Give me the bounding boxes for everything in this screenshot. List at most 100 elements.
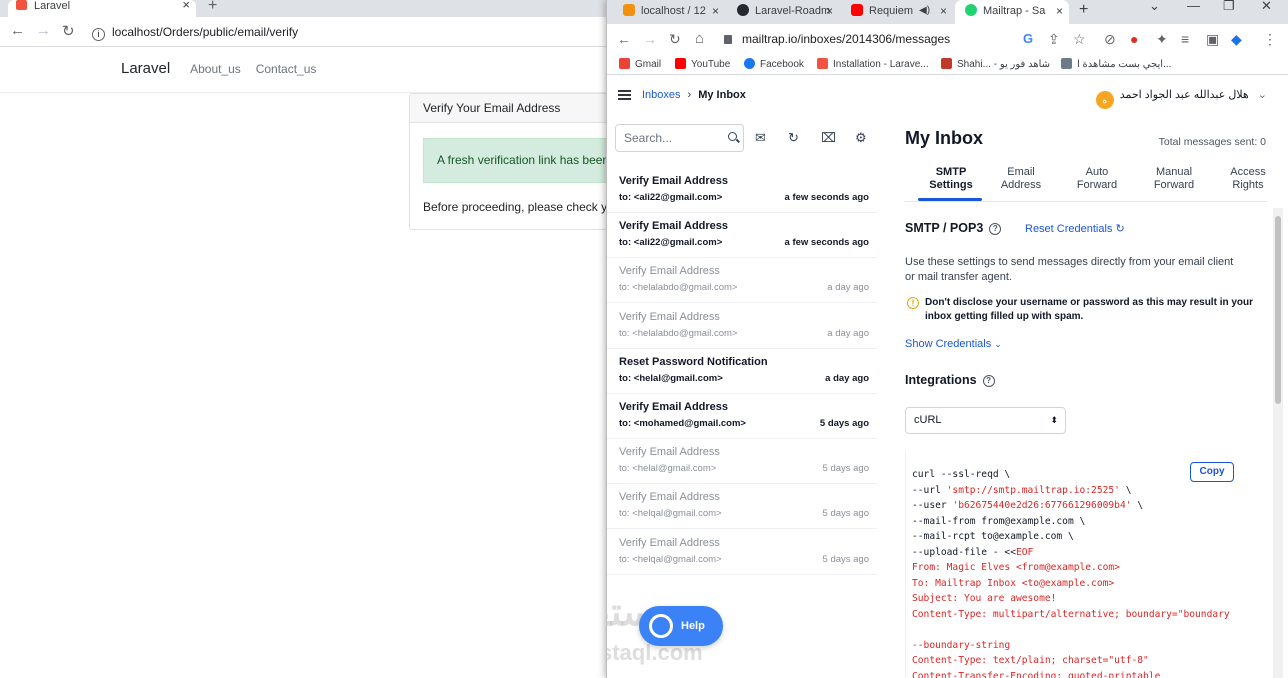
message-row[interactable]: Verify Email Address to: <ali22@gmail.com… [607,168,877,213]
side-panel-icon[interactable]: ▣ [1206,30,1219,48]
tab-github[interactable]: Laravel-Roadm × [729,0,839,24]
warning-text: Don't disclose your username or password… [925,297,1254,322]
tab-line2: Forward [1153,179,1195,191]
profile-avatar-icon[interactable]: ◆ [1231,30,1242,48]
close-tab-icon[interactable]: × [826,0,833,22]
tab-email-address[interactable]: Email Address [991,166,1051,192]
user-avatar: ه [1095,91,1114,109]
chrome-menu-icon[interactable]: ⋮ [1263,30,1277,48]
tab-access-rights[interactable]: Access Rights [1219,166,1277,192]
tab-youtube[interactable]: Requiem ◀) × [843,0,953,24]
new-tab-button[interactable]: + [1079,1,1088,19]
success-alert: A fresh verification link has been [423,138,623,183]
message-time: 5 days ago [822,463,869,475]
message-recipient: to: <ali22@gmail.com> [619,192,723,203]
close-tab-icon[interactable]: × [1056,0,1063,22]
audio-playing-icon[interactable]: ◀) [919,0,930,22]
message-row[interactable]: Verify Email Address to: <helal@gmail.com… [607,439,877,485]
message-row[interactable]: Verify Email Address to: <helqal@gmail.co… [607,484,877,530]
github-favicon-icon [737,4,749,16]
message-time: a day ago [825,372,869,384]
menu-hamburger-icon[interactable] [618,90,631,100]
address-bar[interactable]: mailtrap.io/inboxes/2014306/messages [724,30,950,48]
tab-auto-forward[interactable]: Auto Forward [1067,166,1127,192]
back-arrow-icon[interactable]: ← [10,22,25,39]
bookmark-facebook[interactable]: Facebook [744,58,804,70]
restore-button[interactable]: ❐ [1223,0,1235,14]
tab-search-chevron-icon[interactable]: ⌄ [1149,0,1160,14]
forward-arrow-icon[interactable]: → [36,22,51,39]
adblock-icon[interactable]: ⊘ [1104,30,1116,48]
message-row[interactable]: Verify Email Address to: <mohamed@gmail.c… [607,394,877,439]
message-recipient: to: <ali22@gmail.com> [619,237,723,249]
nav-link-contact[interactable]: Contact_us [256,62,317,76]
tab-phpmyadmin[interactable]: localhost / 12 × [615,0,725,24]
navbar-brand[interactable]: Laravel [121,60,170,77]
close-tab-icon[interactable]: × [182,0,190,11]
bookmark-laravel-install[interactable]: Installation - Larave... [817,58,929,70]
bookmark-label: Gmail [635,59,662,70]
message-row[interactable]: Verify Email Address to: <ali22@gmail.com… [607,213,877,259]
bookmark-egybest[interactable]: ايجي بست مشاهدة ا... [1061,58,1171,70]
help-question-icon[interactable]: ? [982,375,995,387]
extension-badge-icon[interactable]: ● [1130,30,1138,48]
message-row[interactable]: Verify Email Address to: <helalabdo@gmail… [607,304,877,349]
message-row[interactable]: Verify Email Address to: <helqal@gmail.co… [607,530,877,575]
message-subject: Verify Email Address [619,220,729,233]
minimize-button[interactable]: — [1187,0,1200,13]
message-row[interactable]: Verify Email Address to: <helalabdo@gmail… [607,258,877,304]
user-menu[interactable]: ه هلال عبدالله عبد الجواد احمد ⌄ [1095,88,1267,109]
bookmark-gmail[interactable]: Gmail [619,58,661,70]
close-tab-icon[interactable]: × [712,0,719,22]
tab-laravel[interactable]: Laravel × [8,0,196,17]
message-row[interactable]: Reset Password Notification to: <helal@gm… [607,349,877,394]
new-tab-button[interactable]: + [208,0,217,15]
back-arrow-icon[interactable]: ← [617,30,631,48]
help-question-icon[interactable]: ? [989,223,1002,235]
tab-line1: Access [1230,166,1266,178]
code-string: EOF [1015,546,1034,558]
message-subject: Verify Email Address [619,536,720,549]
url-text: mailtrap.io/inboxes/2014306/messages [742,32,951,46]
forward-arrow-icon[interactable]: → [643,30,657,48]
tab-smtp-settings[interactable]: SMTP Settings [921,166,981,192]
search-input[interactable]: Search... [615,124,744,152]
lock-icon[interactable] [724,35,732,44]
bookmark-star-icon[interactable]: ☆ [1073,30,1086,48]
site-info-icon[interactable]: i [92,28,105,41]
message-subject: Reset Password Notification [619,355,768,368]
help-button[interactable]: Help [639,606,723,646]
media-playlist-icon[interactable]: ≡ [1181,30,1189,48]
address-bar[interactable]: i localhost/Orders/public/email/verify [92,22,612,42]
scrollbar-thumb[interactable] [1275,216,1281,404]
close-tab-icon[interactable]: × [940,0,947,22]
inbox-settings-icon[interactable]: ⚙ [855,130,867,146]
code-snippet: curl --ssl-reqd \ --url 'smtp://smtp.mail… [905,451,1245,678]
home-icon[interactable]: ⌂ [695,30,704,48]
clear-inbox-icon[interactable]: ⌧ [821,130,836,146]
integration-select[interactable]: cURL ⬍ [905,407,1066,434]
breadcrumb-inboxes-link[interactable]: Inboxes [642,89,681,101]
show-credentials-toggle[interactable]: Show Credentials ⌄ [905,338,1002,350]
reset-credentials-link[interactable]: Reset Credentials ↻ [1025,222,1125,235]
youtube-favicon-icon [851,4,863,16]
reload-icon[interactable]: ↻ [669,30,681,48]
share-icon[interactable]: ⇪ [1048,30,1060,48]
refresh-icon[interactable]: ↻ [788,130,799,146]
message-subject: Verify Email Address [619,491,720,504]
tab-mailtrap[interactable]: Mailtrap - Sa × [955,0,1069,24]
code-line: Content-Type: text/plain; charset="utf-8… [912,655,1149,666]
tab-line1: Email [1007,166,1035,178]
mark-all-read-icon[interactable]: ✉ [755,130,766,146]
help-label: Help [681,620,705,632]
google-lens-icon[interactable]: G [1023,30,1033,48]
close-window-button[interactable]: ✕ [1261,0,1272,14]
nav-link-about[interactable]: About_us [190,62,241,76]
extensions-puzzle-icon[interactable]: ✦ [1156,30,1168,48]
copy-button[interactable]: Copy [1190,462,1234,482]
bookmarks-bar: Gmail YouTube Facebook Installation - La… [607,55,1288,75]
bookmark-shahid[interactable]: Shahi... - شاهد فور يو [941,58,1050,70]
reload-icon[interactable]: ↻ [62,22,75,40]
bookmark-youtube[interactable]: YouTube [675,58,730,70]
tab-manual-forward[interactable]: Manual Forward [1144,166,1204,192]
